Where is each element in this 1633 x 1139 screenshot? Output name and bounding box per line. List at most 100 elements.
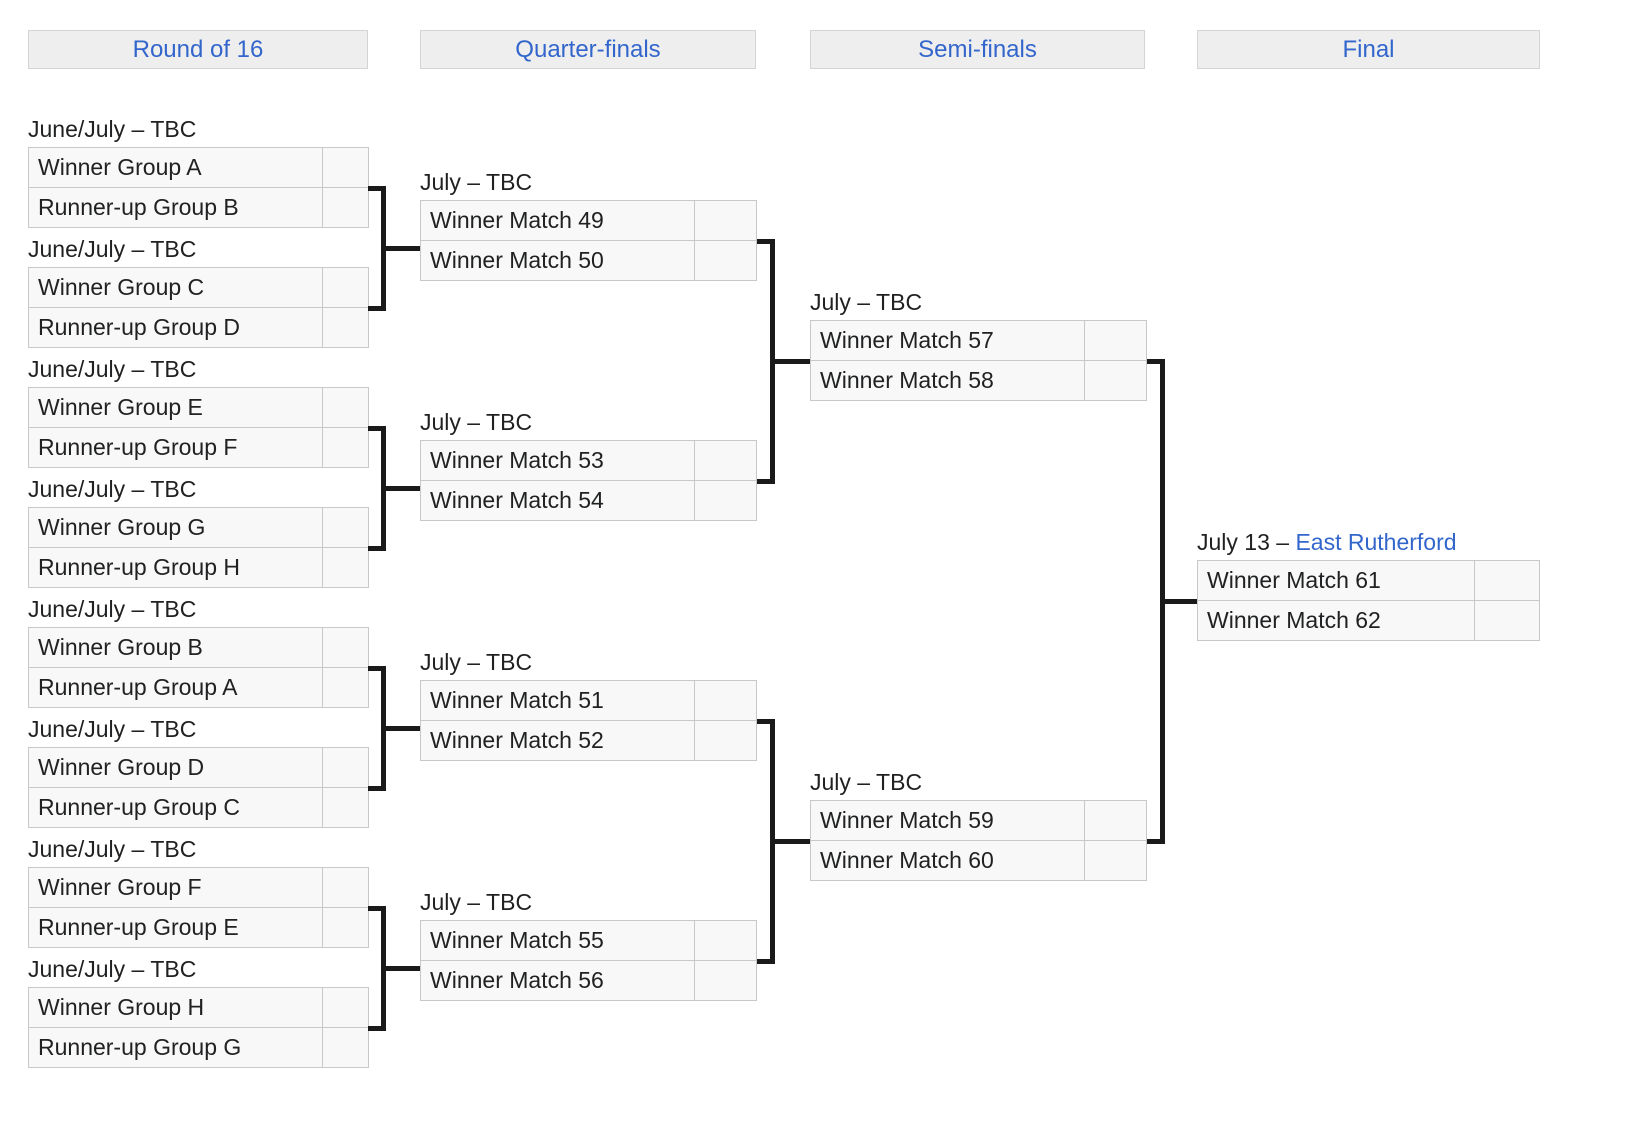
team-name: Runner-up Group D	[28, 307, 323, 348]
round-header-quarter-finals[interactable]: Quarter-finals	[420, 30, 756, 69]
team-name: Winner Match 62	[1197, 600, 1475, 641]
bracket-connector	[770, 839, 810, 844]
team-name: Runner-up Group C	[28, 787, 323, 828]
match-date: July – TBC	[810, 288, 922, 316]
match-date: June/July – TBC	[28, 475, 196, 503]
round-header-round-of-16[interactable]: Round of 16	[28, 30, 368, 69]
final-venue-link[interactable]: East Rutherford	[1295, 529, 1456, 555]
table-row[interactable]: Winner Group C	[28, 267, 369, 308]
team-name: Runner-up Group E	[28, 907, 323, 948]
team-name: Runner-up Group H	[28, 547, 323, 588]
match-date: July – TBC	[420, 168, 532, 196]
team-name: Winner Match 53	[420, 440, 695, 481]
table-row[interactable]: Winner Group A	[28, 147, 369, 188]
table-row[interactable]: Winner Match 62	[1197, 600, 1540, 641]
match-date: June/July – TBC	[28, 595, 196, 623]
team-score	[1085, 360, 1147, 401]
team-name: Runner-up Group A	[28, 667, 323, 708]
team-name: Winner Group F	[28, 867, 323, 908]
team-score	[695, 920, 757, 961]
table-row[interactable]: Winner Match 57	[810, 320, 1147, 361]
table-row[interactable]: Runner-up Group F	[28, 427, 369, 468]
table-row[interactable]: Runner-up Group B	[28, 187, 369, 228]
team-name: Runner-up Group G	[28, 1027, 323, 1068]
team-name: Winner Match 52	[420, 720, 695, 761]
team-score	[323, 627, 369, 668]
table-row[interactable]: Runner-up Group G	[28, 1027, 369, 1068]
table-row[interactable]: Winner Match 54	[420, 480, 757, 521]
match-r16-4: June/July – TBC Winner Group G Runner-up…	[28, 507, 369, 588]
table-row[interactable]: Winner Match 49	[420, 200, 757, 241]
team-name: Winner Group G	[28, 507, 323, 548]
table-row[interactable]: Winner Match 52	[420, 720, 757, 761]
team-name: Winner Group D	[28, 747, 323, 788]
team-name: Winner Match 58	[810, 360, 1085, 401]
table-row[interactable]: Winner Match 53	[420, 440, 757, 481]
round-header-final[interactable]: Final	[1197, 30, 1540, 69]
match-r16-7: June/July – TBC Winner Group F Runner-up…	[28, 867, 369, 948]
table-row[interactable]: Winner Match 50	[420, 240, 757, 281]
table-row[interactable]: Winner Match 55	[420, 920, 757, 961]
table-row[interactable]: Winner Match 56	[420, 960, 757, 1001]
table-row[interactable]: Runner-up Group H	[28, 547, 369, 588]
table-row[interactable]: Winner Group B	[28, 627, 369, 668]
team-score	[695, 200, 757, 241]
match-r16-8: June/July – TBC Winner Group H Runner-up…	[28, 987, 369, 1068]
team-score	[323, 307, 369, 348]
match-date: July – TBC	[420, 648, 532, 676]
team-score	[323, 907, 369, 948]
match-sf-2: July – TBC Winner Match 59 Winner Match …	[810, 800, 1147, 881]
team-score	[323, 427, 369, 468]
match-r16-2: June/July – TBC Winner Group C Runner-up…	[28, 267, 369, 348]
team-name: Winner Match 49	[420, 200, 695, 241]
team-score	[323, 187, 369, 228]
team-name: Winner Match 61	[1197, 560, 1475, 601]
table-row[interactable]: Winner Group H	[28, 987, 369, 1028]
match-date: June/July – TBC	[28, 835, 196, 863]
team-score	[695, 240, 757, 281]
table-row[interactable]: Winner Match 60	[810, 840, 1147, 881]
team-score	[695, 680, 757, 721]
team-score	[695, 960, 757, 1001]
team-name: Winner Group B	[28, 627, 323, 668]
table-row[interactable]: Winner Group F	[28, 867, 369, 908]
table-row[interactable]: Runner-up Group A	[28, 667, 369, 708]
match-final: July 13 – East Rutherford Winner Match 6…	[1197, 560, 1540, 641]
team-name: Runner-up Group B	[28, 187, 323, 228]
table-row[interactable]: Winner Group D	[28, 747, 369, 788]
team-score	[323, 267, 369, 308]
team-score	[695, 480, 757, 521]
team-name: Runner-up Group F	[28, 427, 323, 468]
bracket-connector	[381, 966, 420, 971]
match-date: June/July – TBC	[28, 115, 196, 143]
team-score	[1085, 840, 1147, 881]
round-header-semi-finals[interactable]: Semi-finals	[810, 30, 1145, 69]
match-qf-1: July – TBC Winner Match 49 Winner Match …	[420, 200, 757, 281]
tournament-bracket: Round of 16 Quarter-finals Semi-finals F…	[0, 0, 1633, 1139]
table-row[interactable]: Runner-up Group E	[28, 907, 369, 948]
team-score	[1085, 320, 1147, 361]
team-score	[323, 507, 369, 548]
table-row[interactable]: Winner Match 59	[810, 800, 1147, 841]
team-score	[695, 440, 757, 481]
match-date: July – TBC	[810, 768, 922, 796]
table-row[interactable]: Winner Group G	[28, 507, 369, 548]
match-sf-1: July – TBC Winner Match 57 Winner Match …	[810, 320, 1147, 401]
table-row[interactable]: Runner-up Group C	[28, 787, 369, 828]
match-date: July – TBC	[420, 408, 532, 436]
table-row[interactable]: Winner Group E	[28, 387, 369, 428]
final-date-prefix: July 13 –	[1197, 529, 1295, 555]
team-name: Winner Match 59	[810, 800, 1085, 841]
team-name: Winner Match 50	[420, 240, 695, 281]
team-score	[323, 1027, 369, 1068]
bracket-connector	[770, 359, 810, 364]
table-row[interactable]: Runner-up Group D	[28, 307, 369, 348]
table-row[interactable]: Winner Match 51	[420, 680, 757, 721]
table-row[interactable]: Winner Match 58	[810, 360, 1147, 401]
bracket-connector	[381, 726, 420, 731]
table-row[interactable]: Winner Match 61	[1197, 560, 1540, 601]
team-name: Winner Group H	[28, 987, 323, 1028]
team-name: Winner Match 51	[420, 680, 695, 721]
team-score	[695, 720, 757, 761]
team-name: Winner Match 57	[810, 320, 1085, 361]
